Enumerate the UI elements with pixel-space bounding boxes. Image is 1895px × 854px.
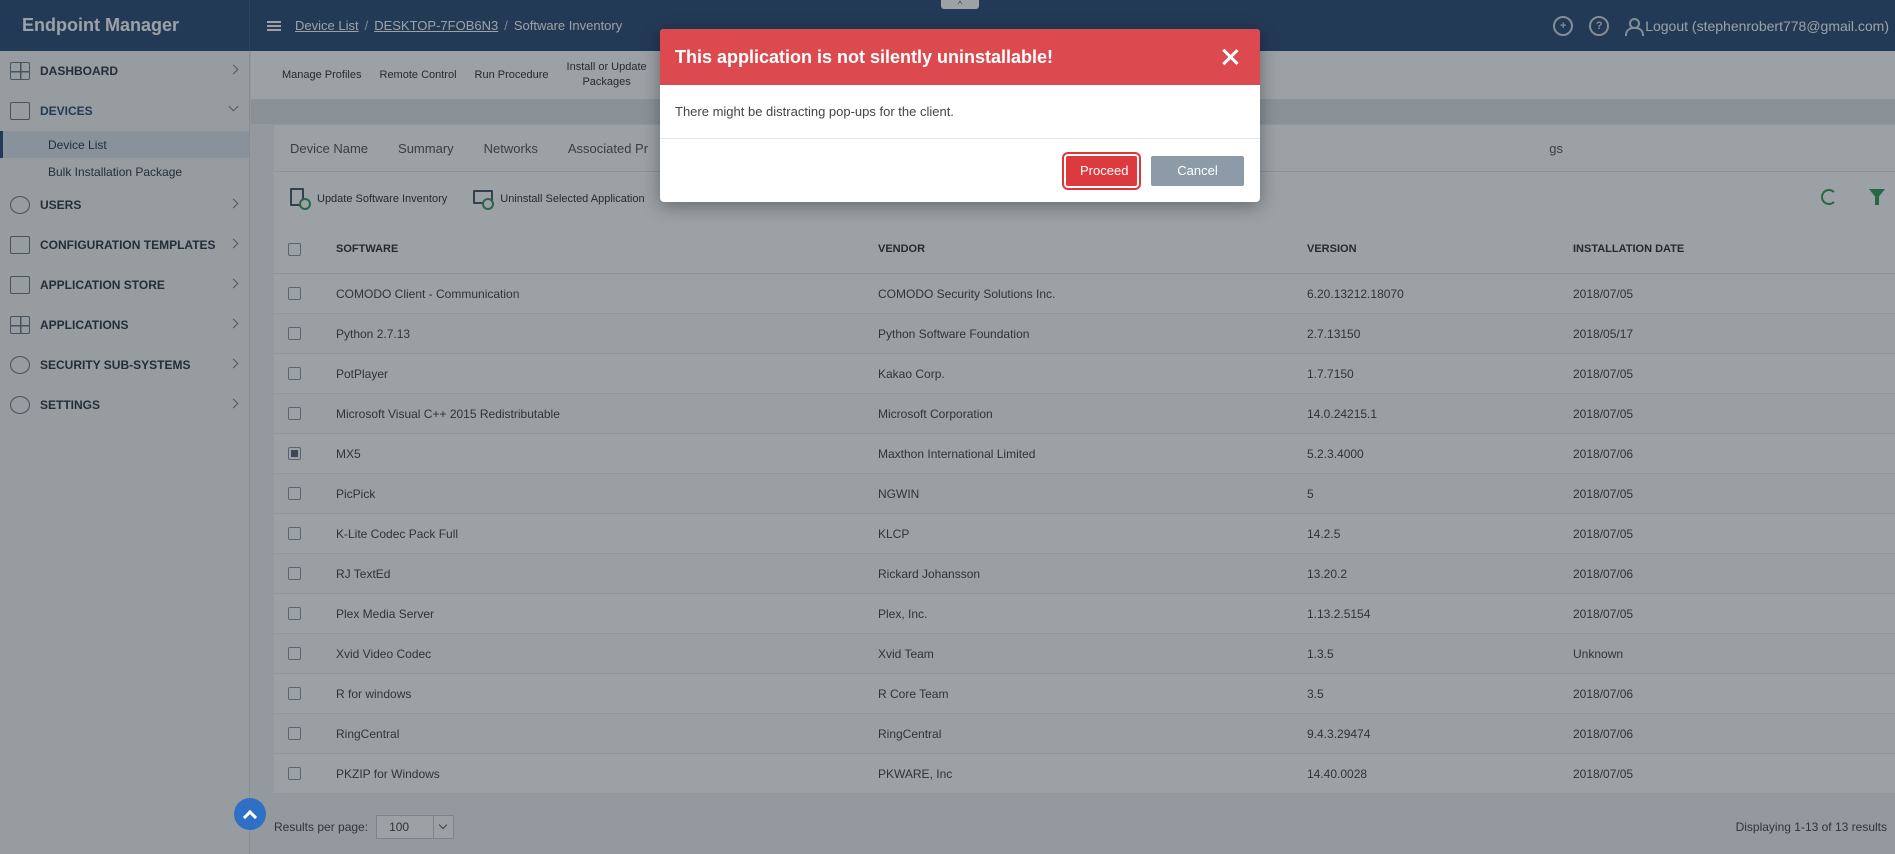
dialog-footer: Proceed Cancel	[660, 139, 1260, 202]
dialog-title: This application is not silently uninsta…	[675, 46, 1054, 67]
dialog-message: There might be distracting pop-ups for t…	[660, 85, 1260, 139]
uninstall-warning-dialog: This application is not silently uninsta…	[660, 29, 1260, 202]
dialog-header: This application is not silently uninsta…	[660, 29, 1260, 85]
chevron-up-icon	[242, 809, 258, 824]
proceed-button[interactable]: Proceed	[1062, 151, 1141, 190]
close-icon[interactable]	[1220, 47, 1240, 67]
scroll-to-top-button[interactable]	[234, 798, 266, 830]
cancel-button[interactable]: Cancel	[1151, 155, 1244, 186]
